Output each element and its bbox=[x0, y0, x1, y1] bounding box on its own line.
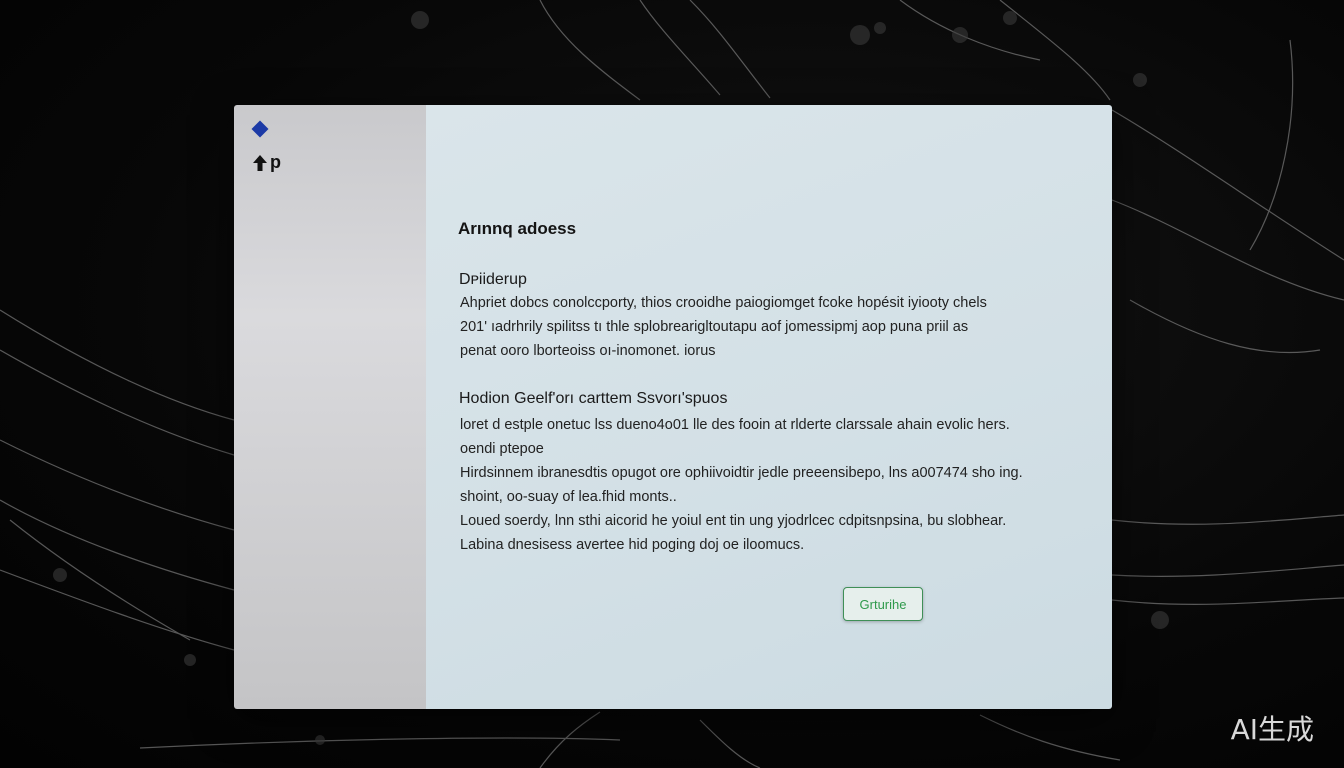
text-line: shoint, oo-suay of lea.fhid monts.. bbox=[460, 489, 677, 505]
dialog-heading: Arınnq adoess bbox=[458, 219, 577, 238]
text-line: loret d estple onetuc lss dueno4o01 lle … bbox=[460, 417, 1010, 433]
text-line: Labina dnesisess avertee hid poging doj … bbox=[460, 537, 805, 553]
text-line: Hirdsinnem ibranesdtis opugot ore ophiiv… bbox=[460, 465, 1023, 481]
diamond-logo-icon bbox=[251, 120, 269, 138]
dialog-content: Arınnq adoess Dᴘiiderup Ahpriet dobcs co… bbox=[426, 105, 1112, 709]
app-mark: p bbox=[252, 152, 281, 173]
section-2-paragraph-1: loret d estple onetuc lss dueno4o01 lle … bbox=[460, 413, 1100, 461]
section-2-paragraph-3: Loued soer͏dy, lnn sthi aicorid he yoiul… bbox=[460, 509, 1100, 557]
text-line: oendi ptepoe bbox=[460, 441, 544, 457]
dialog-window: p Arınnq adoess Dᴘiiderup Ahpriet dobcs … bbox=[234, 105, 1112, 709]
text-line: Loued soer͏dy, lnn sthi aicorid he yoiul… bbox=[460, 513, 1007, 529]
app-mark-letter: p bbox=[270, 152, 281, 172]
arrow-up-icon bbox=[253, 154, 267, 171]
text-line: Ahpriet dobcs conolccporty, thios cr͏oo͏… bbox=[460, 295, 987, 311]
section-title-2: Hodion Geelf'orı carttem Ssvorı'spuos bbox=[459, 390, 728, 407]
continue-button[interactable]: Grturihe bbox=[843, 587, 923, 621]
section-title-1: Dᴘiiderup bbox=[459, 271, 527, 288]
section-1-text: Ahpriet dobcs conolccporty, thios cr͏oo͏… bbox=[460, 291, 1100, 363]
text-line: 201' ıadrhrily spilitss tı thle splobrea… bbox=[460, 319, 969, 335]
sidebar: p bbox=[234, 105, 426, 709]
text-line: penat ooro lborteoiss oı-inomonet. iorus bbox=[460, 343, 716, 359]
section-2-paragraph-2: Hirdsinnem ibranesdtis opugot ore ophiiv… bbox=[460, 461, 1100, 509]
ai-generated-watermark: AI生成 bbox=[1230, 713, 1314, 746]
